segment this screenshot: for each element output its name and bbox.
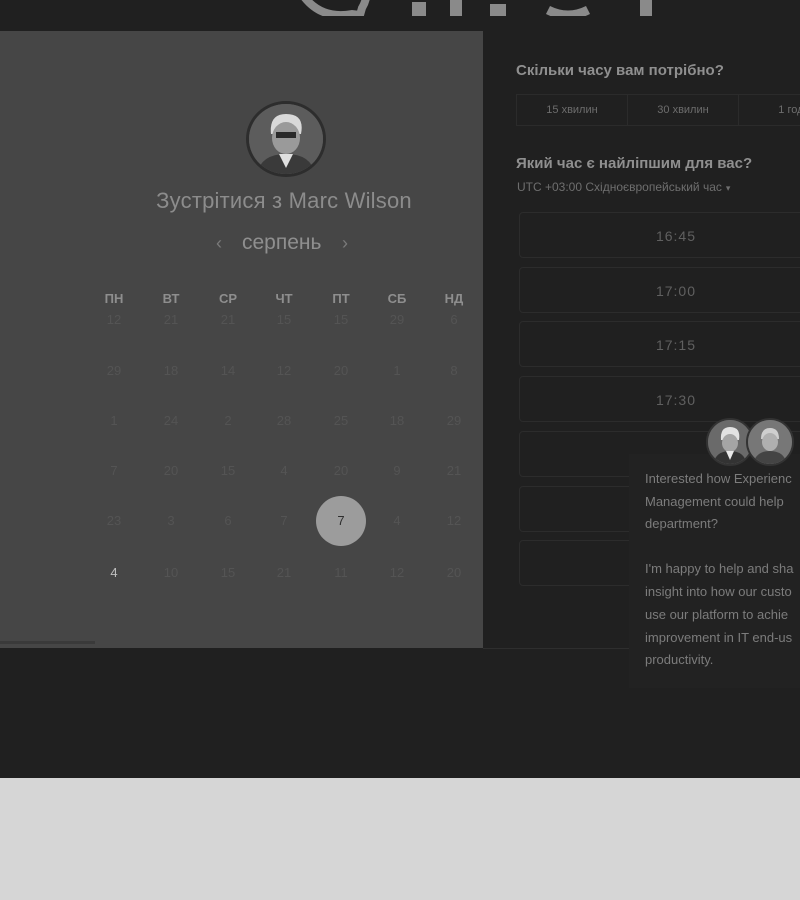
meeting-title: Зустрітися з Marc Wilson — [156, 188, 412, 213]
chat-text-line: use our platform to achie — [645, 607, 789, 622]
calendar-day: 11 — [334, 565, 348, 580]
chevron-left-icon[interactable]: ‹ — [216, 233, 222, 254]
calendar-day: 18 — [163, 363, 179, 378]
month-label: серпень — [242, 231, 322, 254]
panel-divider — [0, 641, 95, 644]
calendar-day: 20 — [163, 463, 179, 478]
calendar-day: 23 — [106, 513, 122, 528]
time-slot-label: 17:15 — [655, 337, 697, 353]
calendar-day: 2 — [224, 413, 232, 428]
calendar-day: 10 — [163, 565, 179, 580]
calendar-day: 7 — [280, 513, 288, 528]
time-slot[interactable]: 17:30 — [519, 376, 800, 422]
calendar-day: 6 — [450, 312, 458, 327]
duration-heading: Скільки часу вам потрібно? — [516, 62, 724, 79]
calendar-day: 15 — [276, 312, 292, 327]
calendar-day: 29 — [446, 413, 462, 428]
calendar-day: 28 — [276, 413, 292, 428]
chat-text-line: Management could help — [645, 494, 784, 509]
calendar-day: 21 — [276, 565, 292, 580]
duration-option-15[interactable]: 15 хвилин — [517, 95, 628, 125]
calendar-day: 12 — [446, 513, 462, 528]
calendar-day: 4 — [280, 463, 288, 478]
calendar-day: 3 — [167, 513, 175, 528]
calendar-day: 1 — [110, 413, 118, 428]
calendar-day: 14 — [220, 363, 236, 378]
timezone-selector[interactable]: UTC +03:00 Східноєвропейський час ▾ — [517, 180, 730, 194]
time-slot[interactable]: 16:45 — [519, 212, 800, 258]
chat-text-line: I'm happy to help and sha — [645, 561, 794, 576]
chat-text-line: department? — [645, 516, 718, 531]
calendar-day: 12 — [276, 363, 292, 378]
chat-avatars[interactable] — [706, 418, 796, 466]
calendar-day: 6 — [224, 513, 232, 528]
calendar-day: 18 — [389, 413, 405, 428]
time-slot-label: 16:45 — [655, 228, 697, 244]
chevron-down-icon: ▾ — [725, 183, 731, 193]
calendar-day: 21 — [220, 312, 236, 327]
chat-text-line: improvement in IT end-us — [645, 630, 793, 645]
app-window: Зустрітися з Marc Wilson ‹ серпень › ПН … — [0, 0, 800, 778]
duration-option-60[interactable]: 1 годи — [739, 95, 800, 125]
time-slot-label: 17:00 — [655, 283, 697, 299]
calendar-day: 20 — [446, 565, 462, 580]
calendar-day: 1 — [393, 363, 401, 378]
calendar-day: 24 — [163, 413, 179, 428]
calendar-day: 4 — [393, 513, 401, 528]
chevron-right-icon[interactable]: › — [342, 233, 348, 254]
calendar-day: 21 — [163, 312, 179, 327]
calendar-day: 15 — [333, 312, 349, 327]
calendar-panel: Зустрітися з Marc Wilson ‹ серпень › ПН … — [0, 31, 483, 648]
chat-text-line: Interested how Experienc — [645, 471, 792, 486]
calendar-day: 12 — [389, 565, 405, 580]
calendar-day: 7 — [110, 463, 118, 478]
time-slot-label: 17:30 — [655, 392, 697, 408]
chat-text-line: productivity. — [645, 652, 714, 667]
time-slot[interactable]: 17:00 — [519, 267, 800, 313]
calendar-day: 25 — [333, 413, 349, 428]
calendar-day: 29 — [389, 312, 405, 327]
timezone-label: UTC +03:00 Східноєвропейський час — [517, 180, 722, 194]
agent-avatar — [746, 418, 794, 466]
calendar-day: 20 — [333, 463, 349, 478]
time-heading: Який час є найліпшим для вас? — [516, 155, 753, 172]
chat-message-popup[interactable]: Interested how Experienc Management coul… — [629, 454, 800, 688]
calendar-day: 9 — [393, 463, 401, 478]
calendar-day-selected[interactable]: 7 — [316, 496, 366, 546]
month-navigation: ‹ серпень › — [210, 231, 360, 259]
calendar-day: 29 — [106, 363, 122, 378]
chat-text-line: insight into how our custo — [645, 584, 792, 599]
duration-option-30[interactable]: 30 хвилин — [628, 95, 739, 125]
host-avatar — [246, 101, 326, 177]
calendar-day: 15 — [220, 463, 236, 478]
calendar-day[interactable]: 4 — [92, 551, 136, 595]
duration-selector: 15 хвилин 30 хвилин 1 годи — [516, 94, 800, 126]
calendar-day: 20 — [333, 363, 349, 378]
calendar-day: 21 — [446, 463, 462, 478]
calendar-day: 8 — [450, 363, 458, 378]
calendar-day: 15 — [220, 565, 236, 580]
brand-logo — [301, 0, 652, 16]
time-slot[interactable]: 17:15 — [519, 321, 800, 367]
calendar-day: 12 — [106, 312, 122, 327]
